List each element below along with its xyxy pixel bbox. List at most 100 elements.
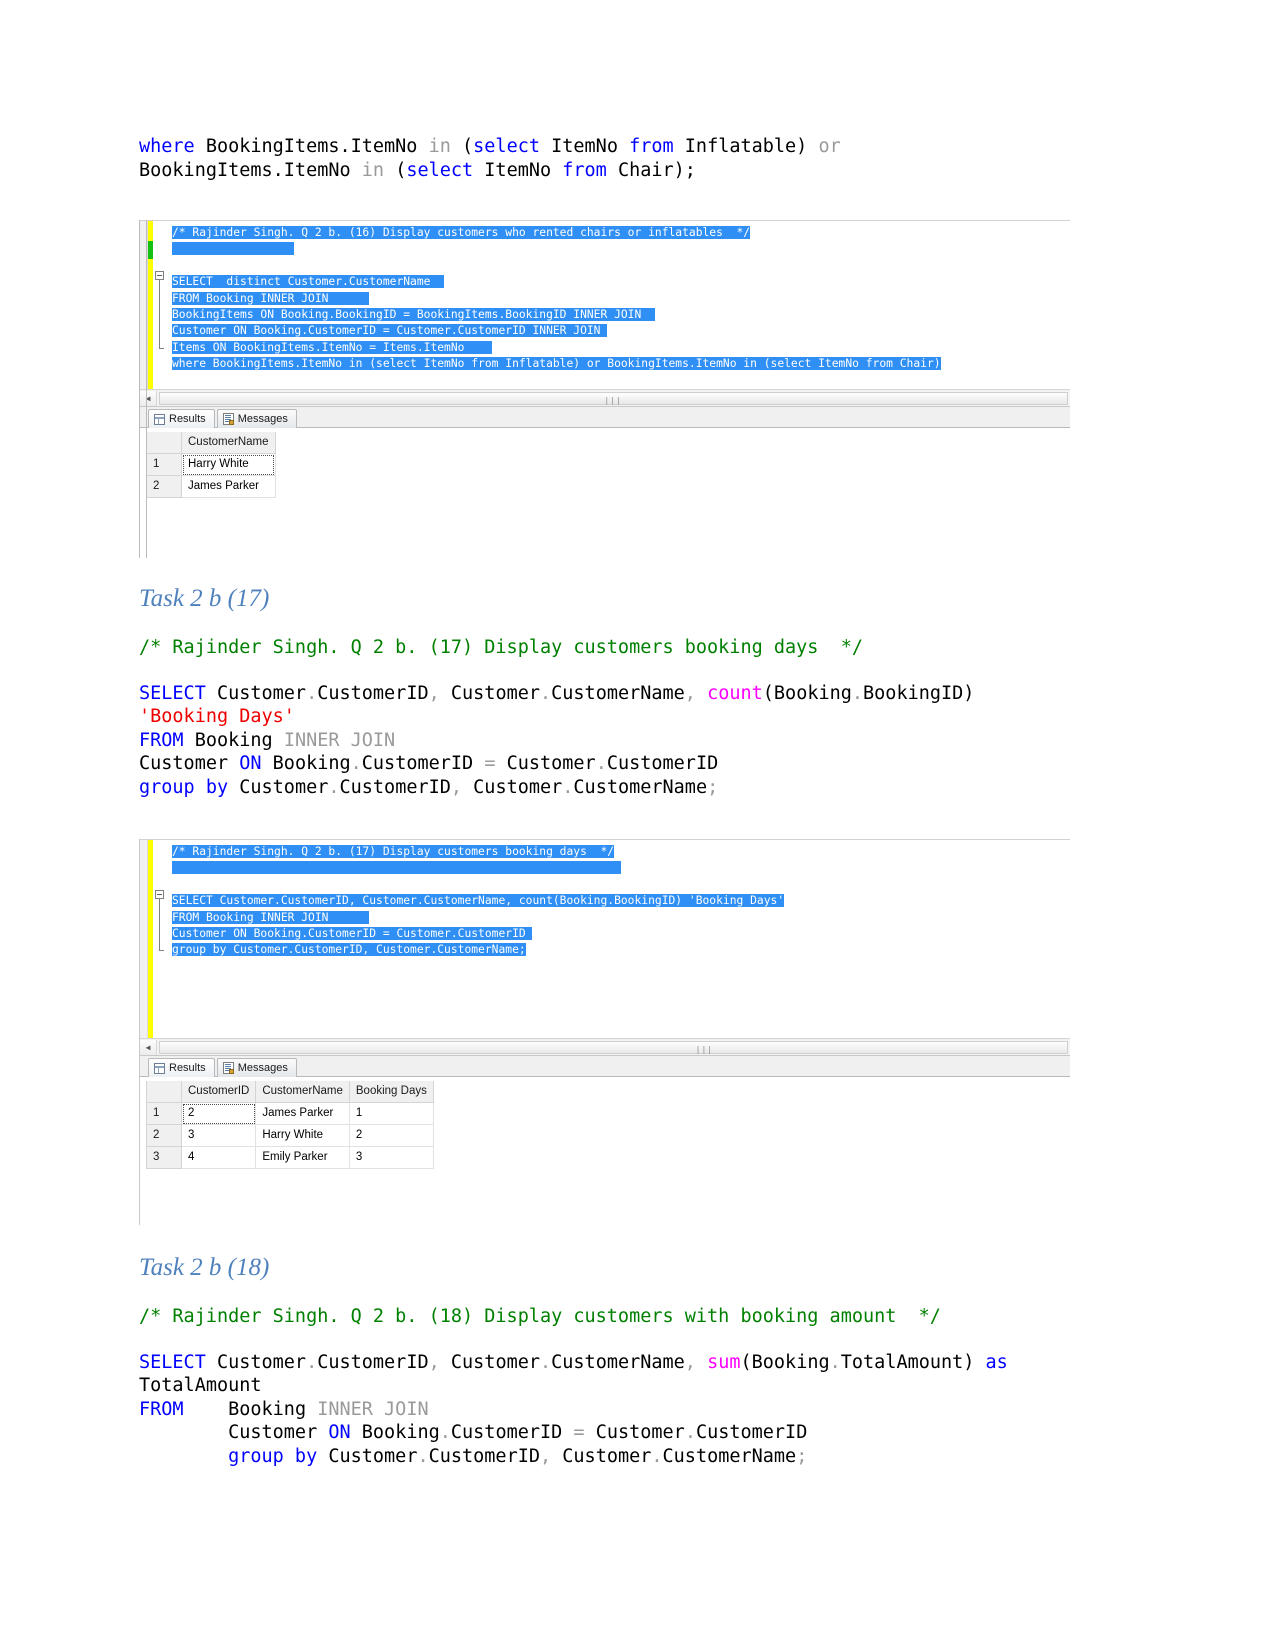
sql-token: CustomerID [361,753,485,774]
results-grid-cell[interactable]: 1 [348,1102,434,1125]
sql-token: . [540,1351,552,1373]
editor-fold-gutter[interactable] [153,221,169,389]
results-grid-row[interactable]: 2 James Parker [146,475,276,498]
sql-token: Customer [139,753,240,774]
editor-selection: BookingItems ON Booking.BookingID = Book… [172,307,655,321]
results-tab-messages[interactable]: Messages [216,409,297,428]
sql-token: ON [239,753,273,774]
sql-token: CustomerName [573,776,708,798]
results-grid-cell[interactable]: Harry White [255,1124,350,1147]
sql-token: . [350,753,362,774]
sql-token: Customer [450,1351,540,1373]
results-grid-cell[interactable]: Emily Parker [255,1146,350,1169]
results-grid-column-header[interactable]: Booking Days [348,1081,434,1103]
editor-line: Items ON BookingItems.ItemNo = Items.Ite… [172,340,1070,356]
results-tab-messages[interactable]: Messages [216,1058,297,1077]
sql-token: . [684,1422,696,1443]
results-pane-tabs-17[interactable]: Results Messages [140,1055,1070,1077]
sql-token: . [328,776,340,798]
ssms-editor-16[interactable]: /* Rajinder Singh. Q 2 b. (16) Display c… [140,220,1070,389]
results-grid-cell[interactable]: 3 [180,1124,257,1147]
results-grid-row[interactable]: 1 2 James Parker 1 [146,1102,434,1125]
sql-token: = [573,1422,596,1443]
sql-token: CustomerID [450,1422,574,1443]
sql-line: group by Customer.CustomerID, Customer.C… [139,776,1074,800]
ssms-screenshot-16: /* Rajinder Singh. Q 2 b. (16) Display c… [139,220,1070,558]
sql-token: TotalAmount) [840,1351,986,1373]
sql-line: 'Booking Days' [139,705,1074,729]
results-pane-tabs-16[interactable]: Results Messages [140,406,1070,428]
sql-token: Customer [450,682,540,704]
ssms-editor-17[interactable]: /* Rajinder Singh. Q 2 b. (17) Display c… [140,839,1070,1038]
results-grid-container-17: CustomerID CustomerName Booking Days 1 2 Jame… [140,1077,1070,1225]
sql-token: from [629,136,685,157]
sql-token: , [428,1351,451,1373]
results-tab-label: Results [169,413,206,425]
editor-line [172,860,1070,876]
sql-token: INNER JOIN [283,729,396,751]
results-tab-label: Results [169,1062,206,1074]
results-grid-row-number[interactable]: 1 [146,453,182,476]
editor-line: FROM Booking INNER JOIN [172,910,1070,926]
results-grid-cell[interactable]: 4 [180,1146,257,1169]
results-grid-row-number[interactable]: 3 [146,1146,182,1169]
results-grid-row-number[interactable]: 1 [146,1102,182,1125]
sql-token: CustomerName [551,1351,685,1373]
results-tab-results[interactable]: Results [148,409,215,428]
sql-token: in [428,136,463,157]
fold-collapse-box[interactable] [155,890,164,899]
editor-text-area-17[interactable]: /* Rajinder Singh. Q 2 b. (17) Display c… [169,840,1070,1038]
sql-token: CustomerID [428,1445,540,1467]
results-grid-row-number[interactable]: 2 [146,475,182,498]
sql-token: ( [462,136,474,157]
results-grid-cell[interactable]: 2 [348,1124,434,1147]
grid-icon [154,1062,165,1074]
scrollbar-grip-icon: ||| [604,395,622,405]
editor-horizontal-scrollbar-16[interactable]: ◀ ||| [140,389,1070,406]
sql-token: . [417,1445,429,1467]
scrollbar-thumb[interactable] [159,1040,1068,1054]
results-grid-row-number[interactable]: 2 [146,1124,182,1147]
scrollbar-track[interactable]: ||| [157,1039,1070,1055]
results-grid-column-header[interactable]: CustomerName [181,432,276,454]
editor-line: Customer ON Booking.CustomerID = Custome… [172,926,1070,942]
editor-text-area-16[interactable]: /* Rajinder Singh. Q 2 b. (16) Display c… [169,221,1070,389]
results-tab-results[interactable]: Results [148,1058,215,1077]
results-grid-16[interactable]: CustomerName 1 Harry White 2 James Parker [146,432,276,498]
editor-fold-gutter[interactable] [153,840,169,1038]
scroll-left-arrow-icon[interactable]: ◀ [140,1039,157,1055]
results-grid-17[interactable]: CustomerID CustomerName Booking Days 1 2 Jame… [146,1081,434,1169]
sql-token: as [985,1351,1008,1373]
results-grid-corner-header[interactable] [146,1081,182,1103]
results-grid-column-header[interactable]: CustomerName [255,1081,350,1103]
scrollbar-track[interactable]: ||| [157,390,1070,406]
results-grid-cell[interactable]: James Parker [255,1102,350,1125]
sql-line: TotalAmount [139,1374,1074,1398]
sql-token: group by [139,776,240,798]
results-grid-cell[interactable]: James Parker [181,475,276,498]
results-grid-corner-header[interactable] [146,432,182,454]
sql-token: . [306,1351,318,1373]
sql-token: from [562,159,618,181]
results-grid-cell[interactable]: 2 [180,1102,257,1125]
results-grid-column-header[interactable]: CustomerID [180,1081,257,1103]
sql-token: INNER JOIN [317,1398,429,1420]
sql-token: CustomerID [339,776,451,798]
editor-line: Customer ON Booking.CustomerID = Custome… [172,323,1070,339]
editor-selection: SELECT Customer.CustomerID, Customer.Cus… [172,894,785,908]
results-grid-row[interactable]: 2 3 Harry White 2 [146,1124,434,1147]
results-tab-label: Messages [237,413,288,425]
fold-collapse-box[interactable] [155,271,164,280]
sql-token: (Booking [762,682,852,704]
results-grid-row[interactable]: 1 Harry White [146,453,276,476]
sql-token: CustomerName [662,1445,797,1467]
editor-horizontal-scrollbar-17[interactable]: ◀ ||| [140,1038,1070,1055]
results-grid-cell[interactable]: Harry White [181,453,276,476]
sql-token: Chair); [617,159,696,181]
results-grid-cell[interactable]: 3 [348,1146,434,1169]
results-grid-row[interactable]: 3 4 Emily Parker 3 [146,1146,434,1169]
editor-line [172,241,1070,257]
